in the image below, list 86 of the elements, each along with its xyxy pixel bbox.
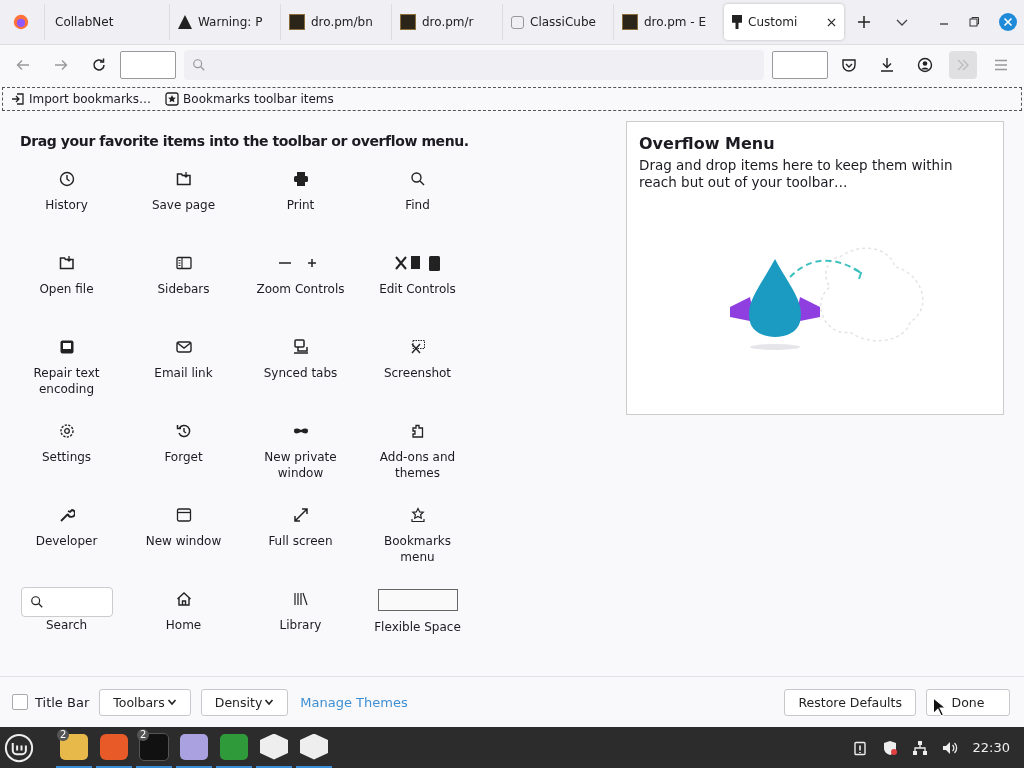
search-icon [29,595,44,609]
cursor-icon [932,697,946,717]
bookmark-item[interactable]: Bookmarks toolbar items [165,92,334,106]
spacer-box [120,51,176,79]
taskbar-app[interactable]: 2 [136,727,172,768]
spacer-box [772,51,828,79]
window-count-badge: 2 [57,729,70,741]
palette-item[interactable]: Zoom Controls [242,251,359,297]
palette-item[interactable]: Email link [125,335,242,381]
screenshot-icon [409,339,426,355]
palette-item[interactable]: Find [359,167,476,213]
palette-item[interactable]: Developer [8,503,125,549]
expand-icon [292,507,309,523]
reload-icon[interactable] [91,57,107,73]
text-encoding-icon [58,339,75,355]
bookmark-item[interactable]: Import bookmarks… [11,92,152,106]
palette-heading: Drag your favorite items into the toolbar or overflow menu. [19,133,470,149]
palette-item[interactable]: Add-ons and themes [359,419,476,481]
library-icon [292,591,309,607]
close-icon[interactable] [827,17,836,27]
new-tab-icon[interactable] [856,14,872,30]
clock[interactable]: 22:30 [972,740,1010,755]
home-icon [175,591,192,607]
download-icon[interactable] [879,57,895,73]
browser-tab[interactable]: dro.pm/r [391,4,502,40]
network-icon[interactable] [911,739,928,756]
browser-logo-icon[interactable] [12,13,30,31]
palette-item[interactable]: Repair text encoding [8,335,125,397]
wrench-icon [58,507,75,523]
star-icon [409,507,426,523]
restore-defaults-button[interactable]: Restore Defaults [784,688,916,716]
start-menu-icon[interactable] [4,732,34,763]
browser-tab[interactable]: dro.pm - E [613,4,724,40]
palette-item[interactable]: Settings [8,419,125,465]
palette-item[interactable]: New private window [242,419,359,481]
palette-item[interactable]: Forget [125,419,242,465]
palette-item[interactable]: Print [242,167,359,213]
browser-tab[interactable]: CollabNet [44,4,169,40]
palette-item[interactable]: History [8,167,125,213]
palette-item[interactable]: Bookmarks menu [359,503,476,565]
settings-icon [58,423,75,439]
toolbars-dropdown[interactable]: Toolbars [99,688,191,716]
clipboard-icon[interactable] [851,739,868,756]
browser-tab[interactable]: Warning: P [169,4,280,40]
edit-tools-icon [394,255,441,271]
window-count-badge: 2 [137,729,150,741]
window-icon [175,507,192,523]
search-icon [409,171,426,187]
account-icon[interactable] [917,57,933,73]
browser-tab[interactable]: ClassiCube [502,4,613,40]
forget-icon [175,423,192,439]
palette-item[interactable]: Home [125,587,242,633]
caret-icon [166,697,177,707]
envelope-icon [175,339,192,355]
palette-item[interactable]: Synced tabs [242,335,359,381]
palette-item[interactable]: Full screen [242,503,359,549]
browser-tab[interactable]: Customi [724,4,844,40]
pocket-icon[interactable] [841,57,857,73]
title-bar-checkbox[interactable]: Title Bar [12,694,90,710]
panel-description: Drag and drop items here to keep them within reach but out of your toolbar… [639,157,954,191]
menu-icon[interactable] [993,57,1009,73]
done-button[interactable]: Done [926,688,1010,716]
panel-title: Overflow Menu [639,134,776,153]
puzzle-icon [409,423,426,439]
palette-item[interactable]: Sidebars [125,251,242,297]
import-icon [11,92,25,106]
palette-item[interactable]: Flexible Space [359,587,476,635]
sidebar-icon [175,255,192,271]
palette-item[interactable]: Open file [8,251,125,297]
caret-icon [264,697,275,707]
density-dropdown[interactable]: Density [200,688,289,716]
synced-tabs-icon [292,339,309,355]
browser-tab[interactable]: dro.pm/bn [280,4,391,40]
palette-item[interactable]: Save page [125,167,242,213]
save-icon [175,171,192,187]
restore-icon[interactable] [968,16,980,28]
clock-icon [58,171,75,187]
taskbar-app[interactable]: 2 [56,727,92,768]
search-icon [192,58,206,72]
palette-item[interactable]: Edit Controls [359,251,476,297]
palette-item[interactable]: Search [8,587,125,633]
palette-item[interactable]: Library [242,587,359,633]
address-field[interactable] [184,50,764,80]
palette-item[interactable]: New window [125,503,242,549]
palette-item[interactable]: Screenshot [359,335,476,381]
printer-icon [292,171,309,187]
